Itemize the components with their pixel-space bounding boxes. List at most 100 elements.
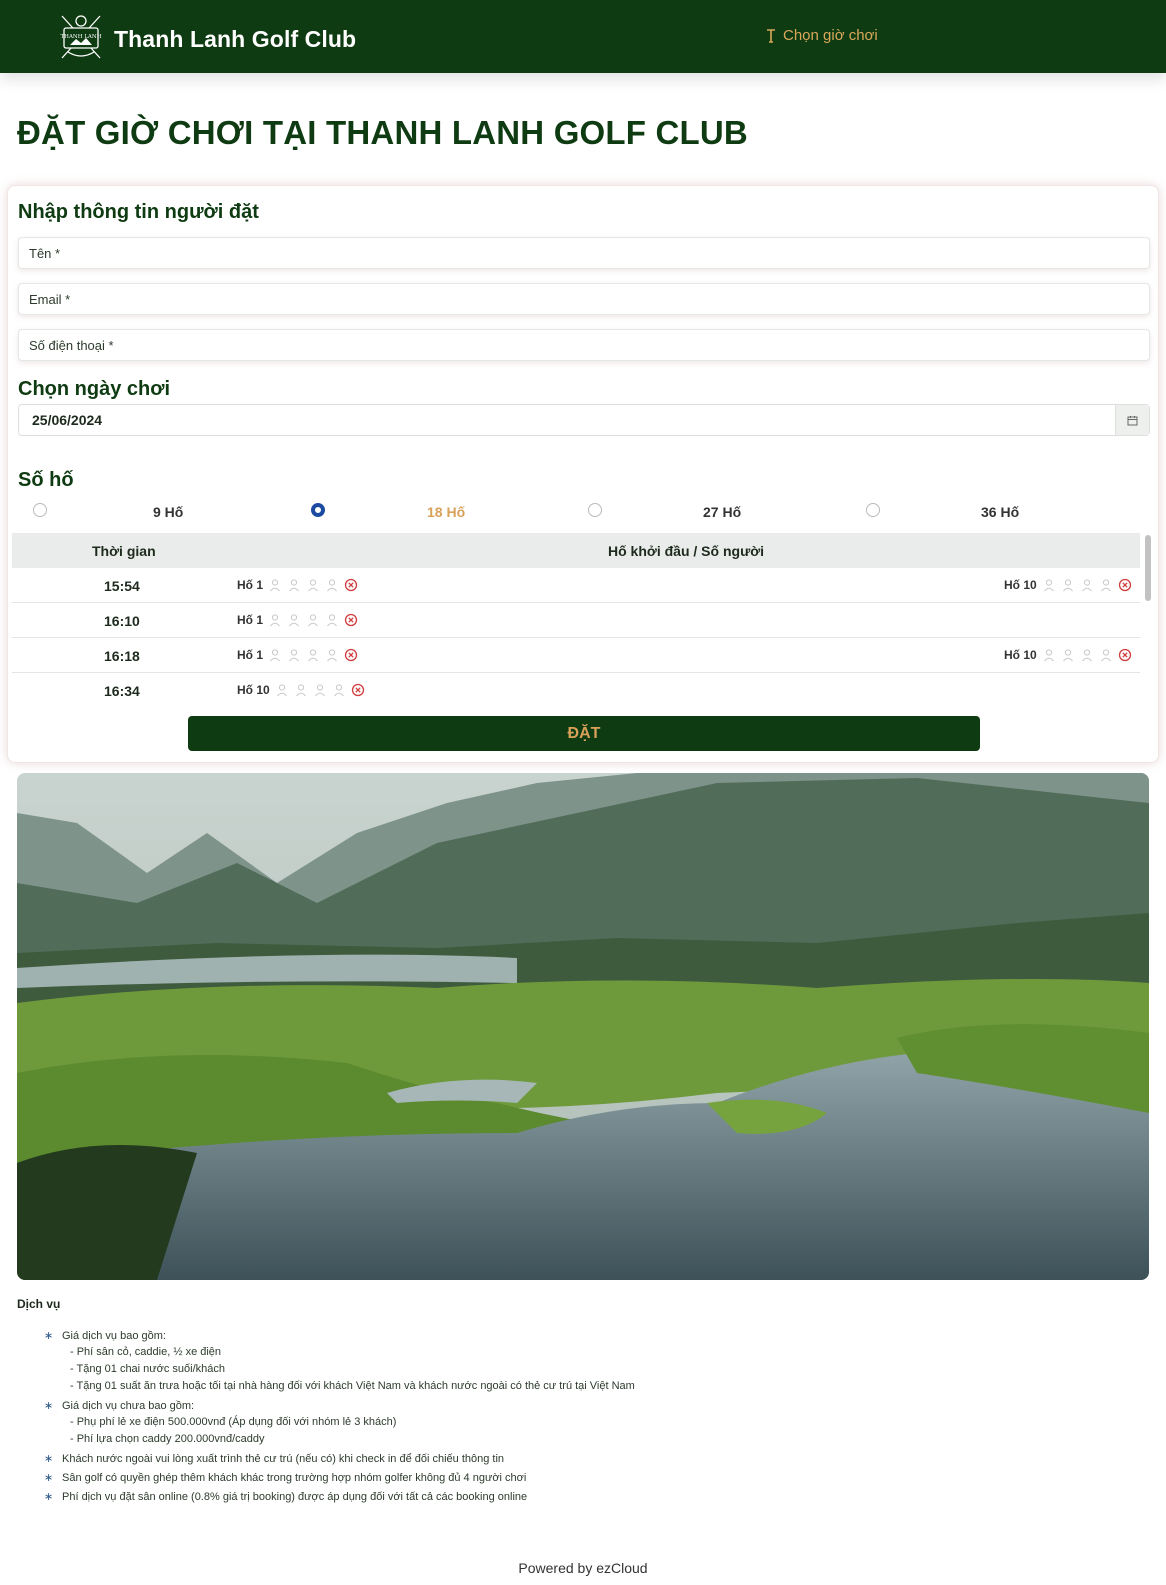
top-navbar: THANH LANH Thanh Lanh Golf Club Chọn giờ… [0, 0, 1166, 73]
table-row[interactable]: 16:34 Hố 10 [12, 673, 1140, 703]
col-time-header: Thời gian [92, 543, 156, 559]
tee-time-table: Thời gian Hố khởi đầu / Số người 15:54 H… [12, 533, 1155, 703]
name-input[interactable] [29, 245, 1139, 261]
person-outline-icon[interactable] [1099, 648, 1113, 662]
tee-time: 16:34 [104, 683, 140, 699]
person-outline-icon[interactable] [1080, 578, 1094, 592]
start-slot-right[interactable]: Hố 10 [1004, 648, 1132, 662]
col-start-hole-header: Hố khởi đầu / Số người [608, 543, 765, 559]
person-outline-icon[interactable] [1080, 648, 1094, 662]
slot-hole-label: Hố 1 [237, 648, 264, 662]
person-outline-icon[interactable] [306, 613, 320, 627]
table-scrollbar[interactable] [1145, 535, 1151, 601]
email-field[interactable] [18, 283, 1150, 315]
hole-label-36[interactable]: 36 Hố [981, 504, 1019, 520]
person-outline-icon[interactable] [294, 683, 308, 697]
booker-info-heading: Nhập thông tin người đặt [18, 201, 259, 223]
note-line: Sân golf có quyền ghép thêm khách khác t… [62, 1472, 527, 1484]
excluded-line: - Phí lựa chọn caddy 200.000vnđ/caddy [70, 1433, 265, 1445]
radio-36-holes[interactable] [866, 503, 880, 517]
golf-club-crest-icon[interactable]: THANH LANH [56, 12, 106, 62]
player-icons [268, 648, 358, 662]
circle-x-icon[interactable] [344, 578, 358, 592]
calendar-icon [1127, 415, 1138, 425]
person-outline-icon[interactable] [313, 683, 327, 697]
start-slot-left[interactable]: Hố 1 [237, 578, 358, 592]
person-outline-icon[interactable] [325, 648, 339, 662]
footer-powered-by[interactable]: Powered by ezCloud [0, 1560, 1166, 1576]
table-row[interactable]: 16:18 Hố 1 Hố 10 [12, 638, 1140, 673]
person-outline-icon[interactable] [1042, 648, 1056, 662]
person-outline-icon[interactable] [268, 613, 282, 627]
bullet-icon: ∗ [44, 1453, 54, 1465]
start-slot-right[interactable]: Hố 10 [1004, 578, 1132, 592]
person-outline-icon[interactable] [325, 613, 339, 627]
radio-9-holes[interactable] [33, 503, 47, 517]
services-list: ∗ Giá dịch vụ bao gồm: - Phí sân cỏ, cad… [44, 1329, 1124, 1509]
radio-18-holes[interactable] [311, 503, 325, 517]
date-picker[interactable]: 25/06/2024 [18, 404, 1150, 436]
calendar-button[interactable] [1115, 405, 1149, 435]
hole-option-9[interactable]: 9 Hố [33, 498, 263, 524]
person-outline-icon[interactable] [287, 613, 301, 627]
slot-hole-label: Hố 10 [237, 683, 270, 697]
person-outline-icon[interactable] [1061, 648, 1075, 662]
nav-choose-tee-time[interactable]: Chọn giờ chơi [765, 27, 878, 44]
person-outline-icon[interactable] [1042, 578, 1056, 592]
circle-x-icon[interactable] [344, 648, 358, 662]
holes-heading: Số hố [18, 469, 74, 491]
included-line: - Tặng 01 suất ăn trưa hoặc tối tại nhà … [70, 1380, 635, 1392]
hole-option-18[interactable]: 18 Hố [311, 498, 541, 524]
circle-x-icon[interactable] [1118, 648, 1132, 662]
bullet-icon: ∗ [44, 1330, 54, 1342]
list-item: ∗ Giá dịch vụ bao gồm: - Phí sân cỏ, cad… [44, 1329, 1124, 1395]
hole-option-27[interactable]: 27 Hố [588, 498, 818, 524]
table-row[interactable]: 16:10 Hố 1 [12, 603, 1140, 638]
phone-field[interactable] [18, 329, 1150, 361]
hole-label-9[interactable]: 9 Hố [153, 504, 183, 520]
table-row[interactable]: 15:54 Hố 1 Hố 10 [12, 568, 1140, 603]
slot-hole-label: Hố 10 [1004, 648, 1037, 662]
person-outline-icon[interactable] [325, 578, 339, 592]
brand-name[interactable]: Thanh Lanh Golf Club [114, 26, 356, 53]
bullet-icon: ∗ [44, 1472, 54, 1484]
phone-input[interactable] [29, 337, 1139, 353]
start-slot-left[interactable]: Hố 10 [237, 683, 365, 697]
person-outline-icon[interactable] [1099, 578, 1113, 592]
hole-label-18[interactable]: 18 Hố [427, 504, 465, 520]
bullet-icon: ∗ [44, 1400, 54, 1412]
person-outline-icon[interactable] [1061, 578, 1075, 592]
book-button[interactable]: ĐẶT [188, 716, 980, 751]
email-input[interactable] [29, 291, 1139, 307]
start-slot-left[interactable]: Hố 1 [237, 613, 358, 627]
player-icons [1042, 648, 1132, 662]
list-item: ∗ Giá dịch vụ chưa bao gồm: - Phụ phí lẻ… [44, 1399, 1124, 1448]
page-title: ĐẶT GIỜ CHƠI TẠI THANH LANH GOLF CLUB [17, 114, 748, 151]
person-outline-icon[interactable] [275, 683, 289, 697]
person-outline-icon[interactable] [268, 648, 282, 662]
table-header: Thời gian Hố khởi đầu / Số người [12, 533, 1140, 568]
list-item: ∗ Phí dịch vụ đặt sân online (0.8% giá t… [44, 1490, 1124, 1505]
slot-hole-label: Hố 10 [1004, 578, 1037, 592]
person-outline-icon[interactable] [287, 578, 301, 592]
list-item: ∗ Sân golf có quyền ghép thêm khách khác… [44, 1471, 1124, 1486]
person-outline-icon[interactable] [268, 578, 282, 592]
date-value[interactable]: 25/06/2024 [19, 412, 1115, 428]
radio-27-holes[interactable] [588, 503, 602, 517]
hole-option-36[interactable]: 36 Hố [866, 498, 1096, 524]
person-outline-icon[interactable] [306, 648, 320, 662]
included-line: - Phí sân cỏ, caddie, ½ xe điện [70, 1346, 222, 1358]
slot-hole-label: Hố 1 [237, 613, 264, 627]
nav-link-label: Chọn giờ chơi [783, 27, 878, 44]
circle-x-icon[interactable] [344, 613, 358, 627]
person-outline-icon[interactable] [306, 578, 320, 592]
person-outline-icon[interactable] [287, 648, 301, 662]
circle-x-icon[interactable] [351, 683, 365, 697]
circle-x-icon[interactable] [1118, 578, 1132, 592]
included-title: Giá dịch vụ bao gồm: [62, 1330, 166, 1342]
slot-hole-label: Hố 1 [237, 578, 264, 592]
hole-label-27[interactable]: 27 Hố [703, 504, 741, 520]
person-outline-icon[interactable] [332, 683, 346, 697]
start-slot-left[interactable]: Hố 1 [237, 648, 358, 662]
name-field[interactable] [18, 237, 1150, 269]
